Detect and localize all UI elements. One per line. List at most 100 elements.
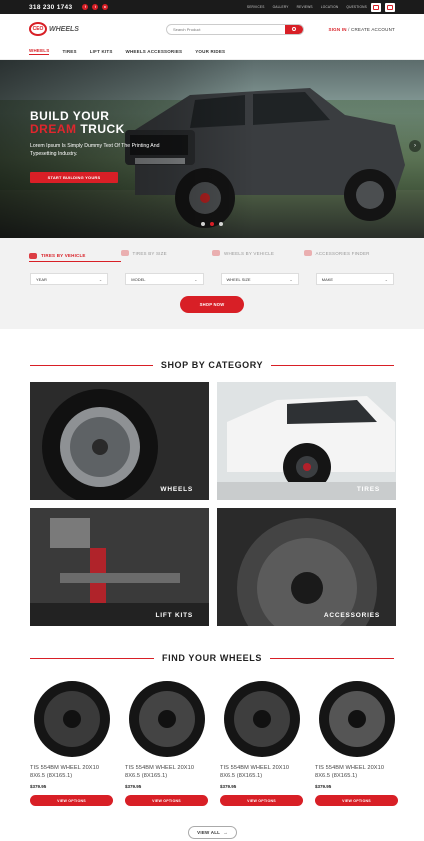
search-input[interactable]	[166, 26, 285, 32]
category-grid: WHEELS TIRES LIFT KITS ACCESSORIES	[0, 382, 424, 626]
start-building-button[interactable]: START BUILDING YOURS	[30, 172, 118, 183]
tab-label: ACCESSORIES FINDER	[315, 250, 370, 256]
category-label: ACCESSORIES	[323, 612, 380, 619]
top-link-gallery[interactable]: GALLERY	[273, 5, 289, 9]
nav-wheels-accessories[interactable]: WHEELS ACCESSORIES	[126, 49, 183, 54]
category-lift-kits[interactable]: LIFT KITS	[30, 508, 209, 626]
top-link-questions[interactable]: QUESTIONS	[346, 5, 367, 9]
view-options-button[interactable]: VIEW OPTIONS	[315, 795, 398, 806]
select-value: MODEL	[131, 276, 146, 282]
category-wheels[interactable]: WHEELS	[30, 382, 209, 500]
select-value: YEAR	[36, 276, 47, 282]
view-all-button[interactable]: VIEW ALL →	[188, 826, 237, 839]
create-account-link[interactable]: CREATE ACCOUNT	[351, 27, 395, 32]
gear-icon	[303, 250, 312, 256]
product-card[interactable]: TIS 554BM WHEEL 20X10 8X6.5 (8X165.1) $3…	[315, 677, 398, 806]
slider-dots	[201, 222, 223, 226]
wheel-image	[33, 681, 110, 757]
product-card[interactable]: TIS 554BM WHEEL 20X10 8X6.5 (8X165.1) $3…	[220, 677, 303, 806]
logo-mark: CEO	[29, 22, 47, 36]
tab-tires-by-size[interactable]: TIRES BY SIZE	[120, 238, 213, 268]
category-label: LIFT KITS	[155, 612, 193, 619]
nav-tires[interactable]: TIRES	[62, 49, 76, 54]
facebook-icon[interactable]: f	[82, 4, 89, 10]
top-links: SERVICES GALLERY REVIEWS LOCATION QUESTI…	[247, 5, 367, 9]
view-options-button[interactable]: VIEW OPTIONS	[30, 795, 113, 806]
product-image[interactable]	[315, 677, 398, 761]
year-select[interactable]: YEAR ⌄	[30, 273, 109, 285]
view-options-button[interactable]: VIEW OPTIONS	[125, 795, 208, 806]
select-value: WHEEL SIZE	[226, 276, 251, 282]
nav-your-rides[interactable]: YOUR RIDES	[195, 49, 225, 54]
hero-title-line2: DREAM TRUCK	[30, 123, 160, 136]
chevron-right-icon[interactable]: ›	[409, 140, 421, 152]
cart-icon[interactable]	[385, 2, 395, 12]
chevron-down-icon: ⌄	[194, 276, 198, 282]
youtube-icon[interactable]: ▸	[102, 4, 109, 10]
product-name[interactable]: TIS 554BM WHEEL 20X10 8X6.5 (8X165.1)	[315, 765, 398, 780]
product-name[interactable]: TIS 554BM WHEEL 20X10 8X6.5 (8X165.1)	[125, 765, 208, 780]
hero-subtitle: Lorem Ipsum Is Simply Dummy Text Of The …	[30, 143, 160, 157]
slide-dot-3[interactable]	[219, 222, 223, 226]
tab-accessories-finder[interactable]: ACCESSORIES FINDER	[303, 238, 396, 268]
product-card[interactable]: TIS 554BM WHEEL 20X10 8X6.5 (8X165.1) $3…	[125, 677, 208, 806]
search-button[interactable]	[284, 24, 303, 34]
account-links: SIGN IN / CREATE ACCOUNT	[329, 27, 396, 32]
tab-tires-by-vehicle[interactable]: TIRES BY VEHICLE	[29, 250, 121, 262]
top-link-reviews[interactable]: REVIEWS	[297, 5, 313, 9]
product-image[interactable]	[125, 677, 208, 761]
tab-wheels-by-vehicle[interactable]: WHEELS BY VEHICLE	[212, 238, 304, 268]
product-image[interactable]	[30, 677, 113, 761]
lift-kits-image	[30, 508, 209, 626]
view-all-label: VIEW ALL	[197, 830, 221, 835]
tire-icon	[120, 250, 129, 256]
chevron-down-icon: ⌄	[384, 276, 388, 282]
twitter-icon[interactable]: t	[92, 4, 99, 10]
logo[interactable]: CEO WHEELS	[29, 22, 79, 36]
product-image[interactable]	[220, 677, 303, 761]
product-card[interactable]: TIS 554BM WHEEL 20X10 8X6.5 (8X165.1) $3…	[30, 677, 113, 806]
top-link-services[interactable]: SERVICES	[247, 5, 265, 9]
shop-now-button[interactable]: SHOP NOW	[180, 296, 244, 313]
social-links: f t ▸	[82, 4, 109, 10]
slide-dot-2[interactable]	[210, 222, 214, 226]
hero-title-rest: TRUCK	[76, 122, 125, 136]
product-price: $379.95	[220, 784, 237, 789]
car-icon	[212, 250, 220, 256]
wheel-size-select[interactable]: WHEEL SIZE ⌄	[220, 273, 299, 285]
sign-in-link[interactable]: SIGN IN	[329, 27, 347, 32]
slide-dot-1[interactable]	[201, 222, 205, 226]
finder-tabs: TIRES BY VEHICLE TIRES BY SIZE WHEELS BY…	[0, 238, 424, 268]
top-link-location[interactable]: LOCATION	[321, 5, 339, 9]
section-heading: FIND YOUR WHEELS	[162, 653, 262, 663]
page: 318 230 1743 f t ▸ SERVICES GALLERY REVI…	[0, 0, 424, 841]
category-label: TIRES	[356, 486, 380, 493]
hero-title-highlight: DREAM	[30, 122, 77, 136]
section-heading: SHOP BY CATEGORY	[160, 360, 264, 370]
tab-label: TIRES BY VEHICLE	[41, 253, 86, 258]
category-tires[interactable]: TIRES	[217, 382, 396, 500]
make-select[interactable]: MAKE ⌄	[315, 273, 394, 285]
accessories-image	[217, 508, 396, 626]
tab-label: TIRES BY SIZE	[132, 250, 167, 256]
main-nav: WHEELS TIRES LIFT KITS WHEELS ACCESSORIE…	[0, 44, 424, 60]
user-icon[interactable]	[371, 2, 381, 12]
nav-lift-kits[interactable]: LIFT KITS	[90, 49, 113, 54]
nav-wheels[interactable]: WHEELS	[29, 48, 50, 55]
tires-image	[217, 382, 396, 500]
wheels-image	[30, 382, 209, 500]
category-accessories[interactable]: ACCESSORIES	[217, 508, 396, 626]
view-options-button[interactable]: VIEW OPTIONS	[220, 795, 303, 806]
tab-label: WHEELS BY VEHICLE	[224, 250, 275, 256]
product-name[interactable]: TIS 554BM WHEEL 20X10 8X6.5 (8X165.1)	[220, 765, 303, 780]
model-select[interactable]: MODEL ⌄	[125, 273, 204, 285]
product-name[interactable]: TIS 554BM WHEEL 20X10 8X6.5 (8X165.1)	[30, 765, 113, 780]
product-price: $379.95	[125, 784, 142, 789]
product-finder: TIRES BY VEHICLE TIRES BY SIZE WHEELS BY…	[0, 238, 424, 329]
wheel-image	[318, 681, 395, 757]
header: CEO WHEELS SIGN IN / CREATE ACCOUNT	[0, 14, 424, 44]
phone-number[interactable]: 318 230 1743	[29, 4, 72, 11]
